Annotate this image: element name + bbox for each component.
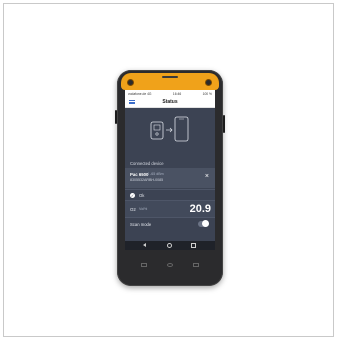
device-pairing-illustration [150, 116, 189, 142]
carrier-text: vodafone.de 4G [128, 91, 152, 96]
phone-device: vodafone.de 4G 16:46 100 % Status Connec… [115, 70, 225, 286]
device-status-row: ✓ Ok [125, 189, 215, 200]
clock-text: 16:46 [172, 91, 182, 96]
toggle-knob [202, 220, 209, 227]
hardware-menu-key-icon[interactable] [193, 263, 199, 267]
smartphone-icon [174, 116, 189, 142]
side-button-right [223, 115, 225, 133]
app-bar: Status [125, 97, 215, 108]
android-nav-bar [125, 241, 215, 250]
arrow-icon [166, 127, 173, 133]
scan-mode-label: Scan mode [130, 221, 152, 227]
speaker-grille [162, 76, 178, 78]
phone-top-bumper [121, 73, 219, 90]
close-icon[interactable]: × [205, 173, 209, 180]
page-title: Status [162, 99, 178, 105]
device-name: Pac 6500 [130, 172, 149, 177]
check-circle-icon: ✓ [130, 192, 135, 198]
hardware-back-key-icon[interactable] [141, 263, 147, 267]
gas-detector-icon [150, 121, 164, 140]
back-icon[interactable] [143, 243, 146, 247]
scan-mode-toggle[interactable] [198, 220, 209, 227]
sensor-icon [205, 79, 212, 86]
device-serial: 8305532ARBH-0085 [130, 178, 164, 182]
hardware-key-bar [123, 255, 217, 277]
o2-measurement-row: O2 Vol% 20.9 [125, 200, 215, 217]
status-bar: vodafone.de 4G 16:46 100 % [125, 90, 215, 97]
connected-device-label: Connected device [130, 161, 164, 166]
hardware-home-key-icon[interactable] [167, 263, 173, 267]
status-label: Ok [139, 193, 145, 198]
device-signal: 4 -65 dBm [147, 172, 164, 177]
phone-screen: vodafone.de 4G 16:46 100 % Status Connec… [125, 90, 215, 250]
side-button-left [115, 110, 117, 124]
home-icon[interactable] [167, 243, 172, 248]
gas-unit: Vol% [139, 207, 148, 212]
camera-icon [127, 79, 134, 86]
recent-apps-icon[interactable] [191, 243, 196, 248]
gas-value: 20.9 [189, 203, 211, 215]
gas-name: O2 [130, 207, 136, 212]
battery-text: 100 % [202, 91, 212, 96]
scan-mode-row: Scan mode [125, 217, 215, 229]
connected-device-card[interactable]: Pac 6500 4 -65 dBm 8305532ARBH-0085 × [125, 168, 215, 188]
